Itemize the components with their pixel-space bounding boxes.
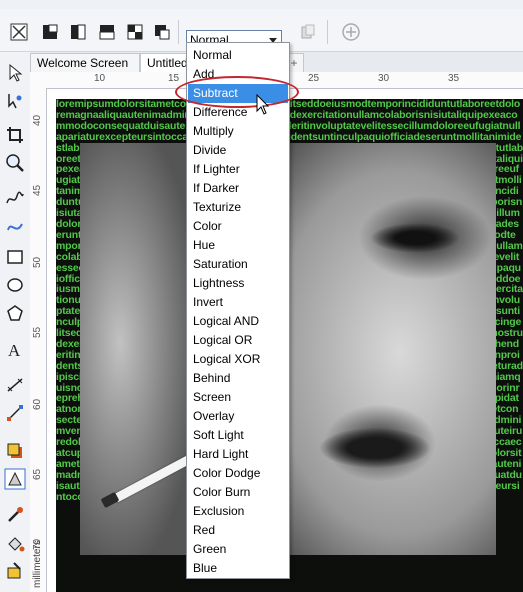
- vertical-ruler[interactable]: 40 45 50 55 60 65 70: [30, 88, 47, 592]
- dropdown-item-lightness[interactable]: Lightness: [188, 274, 288, 293]
- ruler-label: 10: [94, 73, 106, 84]
- transparency-type-1-icon[interactable]: [40, 22, 60, 42]
- tab-label: Untitled: [147, 56, 188, 70]
- ruler-label: 30: [378, 73, 390, 84]
- transparency-tool-icon[interactable]: [4, 468, 26, 490]
- dropdown-item-difference[interactable]: Difference: [188, 103, 288, 122]
- transparency-type-4-icon[interactable]: [125, 22, 145, 42]
- polygon-tool-icon[interactable]: [4, 302, 26, 324]
- add-icon[interactable]: [341, 22, 361, 42]
- copy-transparency-icon[interactable]: [152, 22, 172, 42]
- text-tool-icon[interactable]: A: [4, 338, 26, 360]
- dropdown-item-logical-xor[interactable]: Logical XOR: [188, 350, 288, 369]
- ruler-label: 35: [448, 73, 460, 84]
- dropdown-item-color-burn[interactable]: Color Burn: [188, 483, 288, 502]
- add-tab-label: +: [290, 56, 298, 70]
- dropdown-item-hue[interactable]: Hue: [188, 236, 288, 255]
- ruler-label: 45: [32, 184, 43, 196]
- blend-mode-dropdown: Normal Add Subtract Difference Multiply …: [186, 42, 290, 579]
- toolbar-separator: [327, 20, 328, 44]
- freehand-tool-icon[interactable]: [4, 188, 26, 210]
- dropdown-item-logical-and[interactable]: Logical AND: [188, 312, 288, 331]
- crop-tool-icon[interactable]: [4, 124, 26, 146]
- ruler-label: 65: [32, 468, 43, 480]
- connector-tool-icon[interactable]: [4, 402, 26, 424]
- eye-shading: [370, 223, 460, 253]
- dropdown-item-if-lighter[interactable]: If Lighter: [188, 160, 288, 179]
- dropdown-item-behind[interactable]: Behind: [188, 369, 288, 388]
- dropdown-item-green[interactable]: Green: [188, 540, 288, 559]
- freeze-transparency-icon[interactable]: [298, 22, 318, 42]
- smart-draw-icon[interactable]: [4, 216, 26, 238]
- transparency-type-2-icon[interactable]: [68, 22, 88, 42]
- ruler-label: 60: [32, 398, 43, 410]
- smart-fill-icon[interactable]: [4, 560, 26, 582]
- ruler-label: 15: [168, 73, 180, 84]
- pick-tool-icon[interactable]: [4, 62, 26, 84]
- dropdown-item-subtract[interactable]: Subtract: [188, 84, 288, 103]
- dropdown-item-screen[interactable]: Screen: [188, 388, 288, 407]
- drop-shadow-icon[interactable]: [4, 440, 26, 462]
- tab-label: Welcome Screen: [37, 56, 129, 70]
- ruler-label: 50: [32, 256, 43, 268]
- dropdown-item-invert[interactable]: Invert: [188, 293, 288, 312]
- dropdown-item-logical-or[interactable]: Logical OR: [188, 331, 288, 350]
- zoom-tool-icon[interactable]: [4, 152, 26, 174]
- transparency-type-3-icon[interactable]: [97, 22, 117, 42]
- mouse-cursor-icon: [256, 93, 272, 116]
- dropdown-item-normal[interactable]: Normal: [188, 46, 288, 65]
- svg-text:A: A: [8, 341, 21, 360]
- toolbox: A: [0, 52, 31, 592]
- toolbar-separator: [178, 20, 179, 44]
- rectangle-tool-icon[interactable]: [4, 246, 26, 268]
- dropdown-item-exclusion[interactable]: Exclusion: [188, 502, 288, 521]
- dropdown-item-texturize[interactable]: Texturize: [188, 198, 288, 217]
- wireframe-icon[interactable]: [9, 22, 29, 42]
- dropdown-item-overlay[interactable]: Overlay: [188, 407, 288, 426]
- hair-shading: [80, 143, 200, 555]
- dropdown-item-add[interactable]: Add: [188, 65, 288, 84]
- dropdown-item-color[interactable]: Color: [188, 217, 288, 236]
- dropdown-item-if-darker[interactable]: If Darker: [188, 179, 288, 198]
- dropdown-item-multiply[interactable]: Multiply: [188, 122, 288, 141]
- dropdown-item-saturation[interactable]: Saturation: [188, 255, 288, 274]
- ellipse-tool-icon[interactable]: [4, 274, 26, 296]
- dropdown-item-soft-light[interactable]: Soft Light: [188, 426, 288, 445]
- shape-tool-icon[interactable]: [4, 90, 26, 112]
- ruler-label: 40: [32, 114, 43, 126]
- fill-tool-icon[interactable]: [4, 532, 26, 554]
- dropdown-item-hard-light[interactable]: Hard Light: [188, 445, 288, 464]
- ruler-unit-label: millimeters: [32, 540, 43, 588]
- ruler-label: 55: [32, 326, 43, 338]
- parallel-dimension-icon[interactable]: [4, 374, 26, 396]
- dropdown-item-red[interactable]: Red: [188, 521, 288, 540]
- dropdown-item-color-dodge[interactable]: Color Dodge: [188, 464, 288, 483]
- ruler-label: 25: [308, 73, 320, 84]
- ruler-origin[interactable]: [30, 72, 49, 89]
- dropdown-item-blue[interactable]: Blue: [188, 559, 288, 578]
- dropdown-item-divide[interactable]: Divide: [188, 141, 288, 160]
- eyedropper-icon[interactable]: [4, 504, 26, 526]
- tab-welcome-screen[interactable]: Welcome Screen: [30, 53, 140, 72]
- lips-shading: [320, 428, 430, 468]
